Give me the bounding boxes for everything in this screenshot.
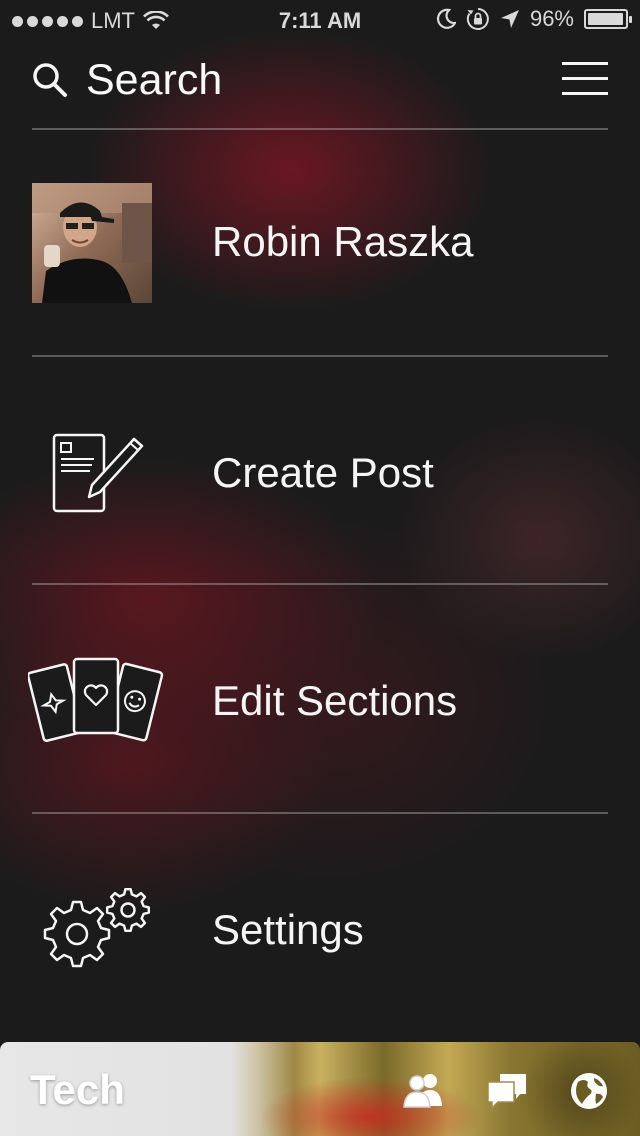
- menu-item-profile[interactable]: Robin Raszka: [0, 130, 640, 355]
- battery-level: [588, 13, 623, 25]
- create-post-icon: [52, 433, 144, 513]
- gears-icon: [43, 888, 151, 968]
- icon-box: [26, 429, 166, 515]
- menu-item-settings[interactable]: Settings: [0, 814, 640, 1039]
- search-bar[interactable]: Search: [32, 56, 608, 106]
- profile-name: Robin Raszka: [212, 218, 474, 265]
- status-bar: LMT 7:11 AM 96%: [0, 0, 640, 40]
- menu-item-edit-sections[interactable]: Edit Sections: [0, 585, 640, 810]
- chat-bubbles-icon[interactable]: [486, 1072, 528, 1110]
- globe-icon[interactable]: [570, 1072, 608, 1110]
- battery-percent: 96%: [529, 6, 574, 31]
- status-right: 96%: [436, 6, 632, 32]
- battery-icon: [584, 9, 632, 29]
- settings-label: Settings: [212, 906, 364, 953]
- edit-sections-label: Edit Sections: [212, 677, 458, 724]
- section-title: Tech: [30, 1066, 125, 1113]
- cards-icon: [28, 657, 164, 742]
- menu-item-create-post[interactable]: Create Post: [0, 357, 640, 582]
- location-arrow-icon: [500, 10, 519, 28]
- icon-box: [26, 888, 166, 970]
- avatar: [32, 183, 152, 303]
- rotation-lock-icon: [466, 8, 489, 30]
- section-tab-bar[interactable]: Tech: [0, 1042, 640, 1136]
- hamburger-menu-button[interactable]: [562, 62, 608, 96]
- moon-icon: [436, 8, 456, 29]
- create-post-label: Create Post: [212, 449, 434, 496]
- people-icon[interactable]: [402, 1072, 446, 1108]
- search-label: Search: [86, 56, 223, 104]
- icon-box: [26, 655, 166, 745]
- search-icon: [33, 63, 67, 97]
